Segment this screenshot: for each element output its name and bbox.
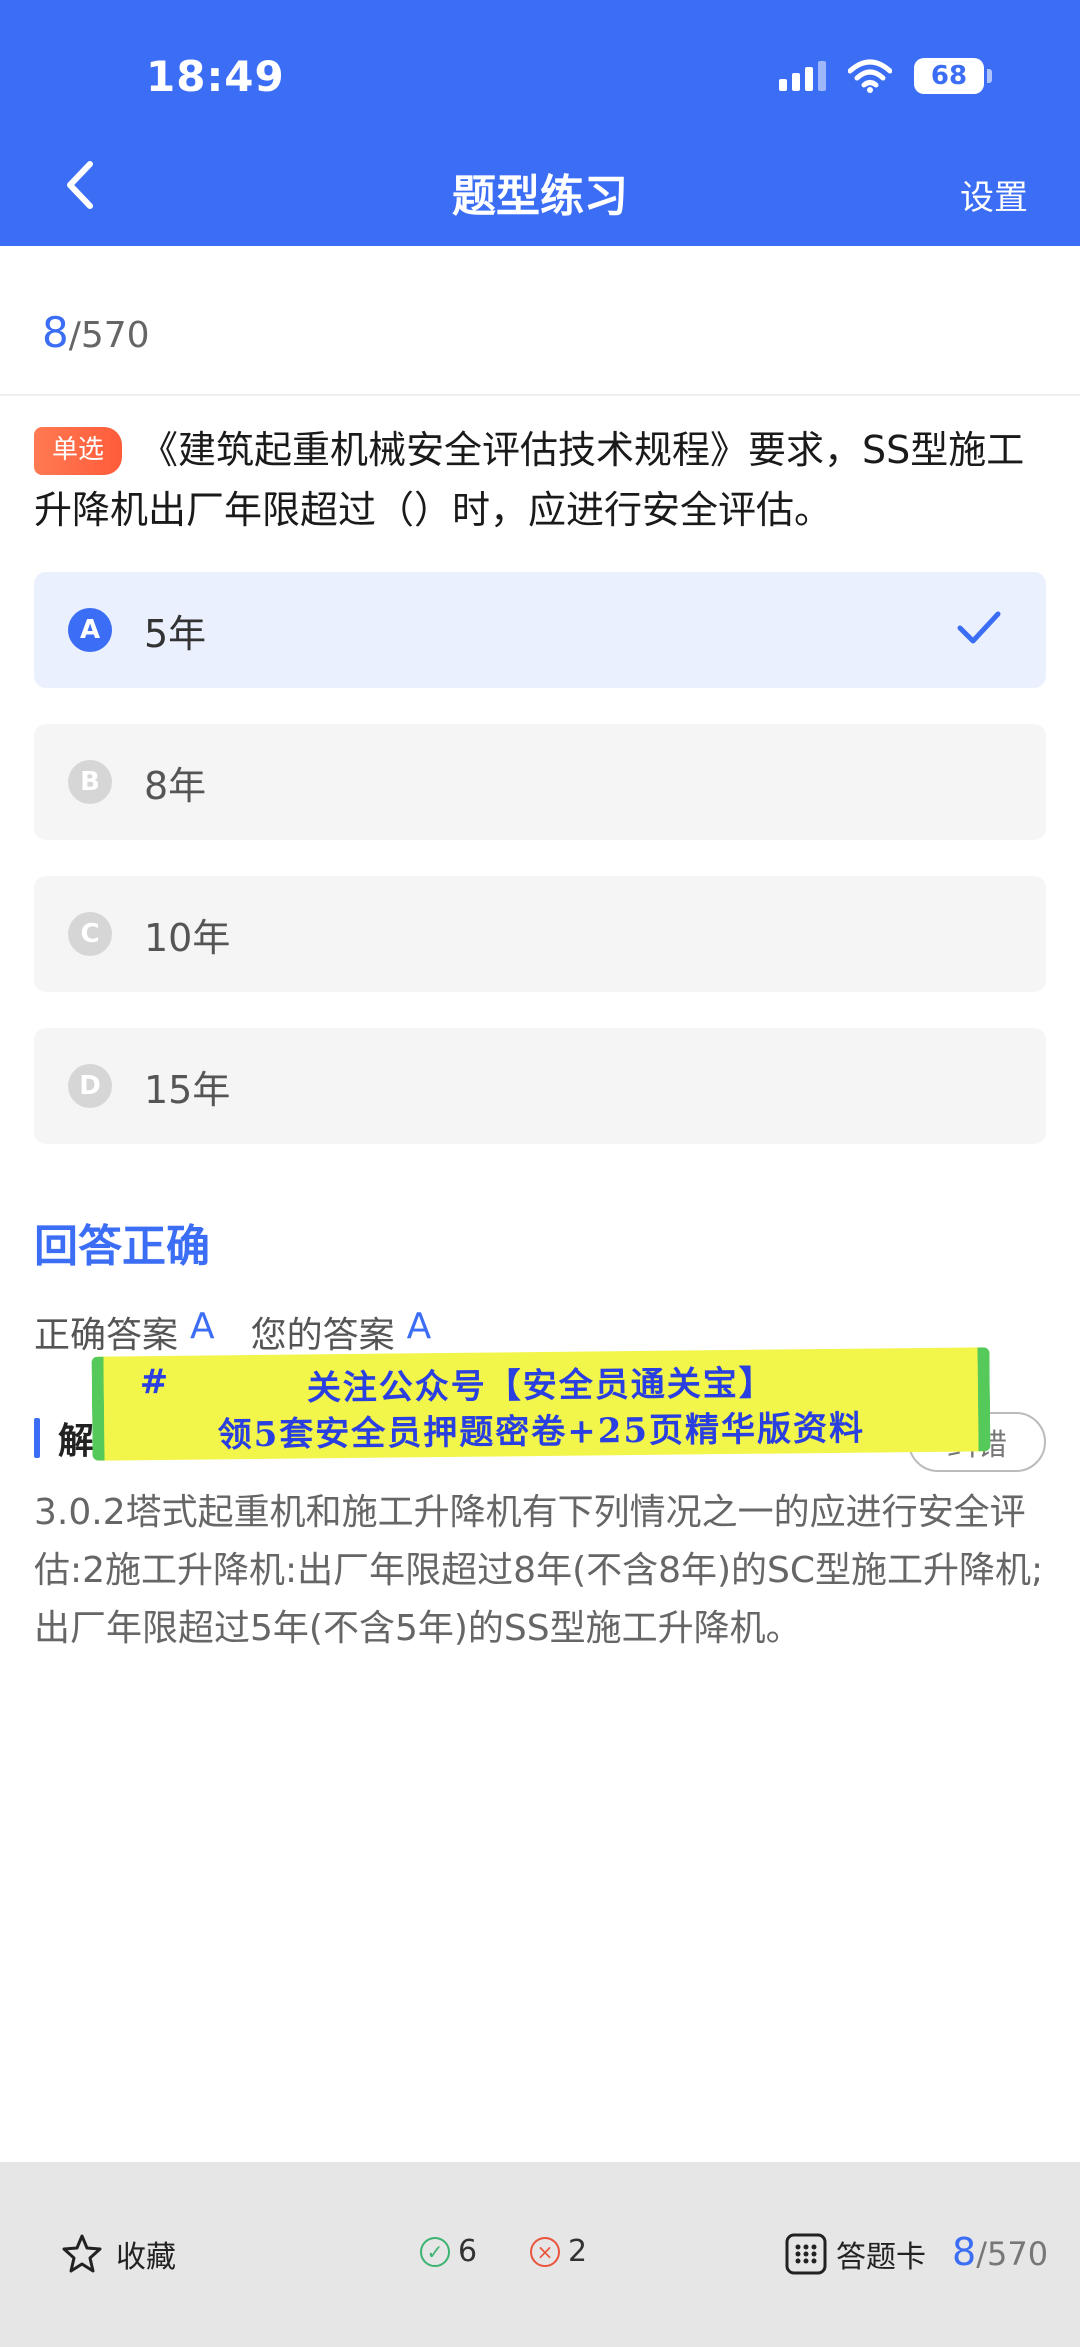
status-time: 18:49 — [146, 52, 285, 101]
option-letter: A — [68, 608, 112, 652]
bottom-progress: 8/570 — [952, 2230, 1048, 2274]
cellular-signal-icon — [779, 61, 826, 91]
question-progress: 8/570 — [42, 308, 150, 357]
option-b[interactable]: B 8年 — [34, 724, 1046, 840]
option-text: 8年 — [144, 763, 207, 808]
favorite-button[interactable]: 收藏 — [60, 2232, 176, 2276]
analysis-text: 3.0.2塔式起重机和施工升降机有下列情况之一的应进行安全评估:2施工升降机:出… — [34, 1492, 1044, 1649]
progress-current: 8 — [42, 308, 69, 357]
correct-count-value: 6 — [458, 2234, 478, 2269]
option-text: 5年 — [144, 611, 207, 656]
checkmark-icon — [957, 611, 1001, 644]
answer-result: 回答正确 — [34, 1221, 210, 1272]
option-c[interactable]: C 10年 — [34, 876, 1046, 992]
correct-answer-value: A — [190, 1306, 215, 1347]
page-title: 题型练习 — [452, 171, 628, 222]
section-marker — [34, 1418, 40, 1458]
wrong-count: × 2 — [530, 2234, 587, 2269]
divider — [0, 394, 1080, 396]
your-answer-label: 您的答案 — [250, 1315, 395, 1356]
bottom-progress-current: 8 — [952, 2230, 977, 2274]
wifi-icon — [848, 59, 892, 93]
answer-card-label: 答题卡 — [836, 2240, 926, 2275]
option-letter: D — [68, 1064, 112, 1108]
grid-icon — [785, 2233, 827, 2275]
option-letter: C — [68, 912, 112, 956]
question-stem: 单选 《建筑起重机械安全评估技术规程》要求，SS型施工升降机出厂年限超过（）时，应… — [34, 420, 1044, 540]
answer-card-button[interactable]: 答题卡 — [784, 2232, 926, 2276]
option-letter: B — [68, 760, 112, 804]
option-text: 15年 — [144, 1067, 231, 1112]
wrong-x-icon: × — [530, 2236, 560, 2267]
option-d[interactable]: D 15年 — [34, 1028, 1046, 1144]
answer-summary: 正确答案 A 您的答案 A — [34, 1306, 467, 1358]
progress-total: /570 — [68, 315, 150, 356]
favorite-label: 收藏 — [116, 2240, 176, 2275]
option-a[interactable]: A 5年 — [34, 572, 1046, 688]
question-text: 《建筑起重机械安全评估技术规程》要求，SS型施工升降机出厂年限超过（）时，应进行… — [34, 428, 1025, 532]
status-icons: 68 — [779, 58, 992, 94]
correct-count: ✓ 6 — [420, 2234, 477, 2269]
question-type-badge: 单选 — [34, 427, 123, 475]
battery-icon: 68 — [914, 58, 992, 94]
banner-line-2: 领5套安全员押题密卷+25页精华版资料 — [217, 1408, 866, 1456]
star-icon — [62, 2234, 102, 2273]
wrong-count-value: 2 — [568, 2234, 588, 2269]
correct-answer-label: 正确答案 — [34, 1315, 179, 1356]
settings-button[interactable]: 设置 — [960, 170, 1028, 219]
header-bar: 18:49 68 题型练习 设置 — [0, 0, 1080, 246]
correct-check-icon: ✓ — [420, 2236, 450, 2267]
bottom-progress-total: /570 — [976, 2235, 1049, 2273]
your-answer-value: A — [406, 1306, 432, 1347]
bottom-bar: 收藏 ✓ 6 × 2 答题卡 8/570 — [0, 2162, 1080, 2347]
promo-overlay-banner: # 关注公众号【安全员通关宝】 领5套安全员押题密卷+25页精华版资料 — [91, 1347, 991, 1461]
option-text: 10年 — [144, 915, 231, 960]
